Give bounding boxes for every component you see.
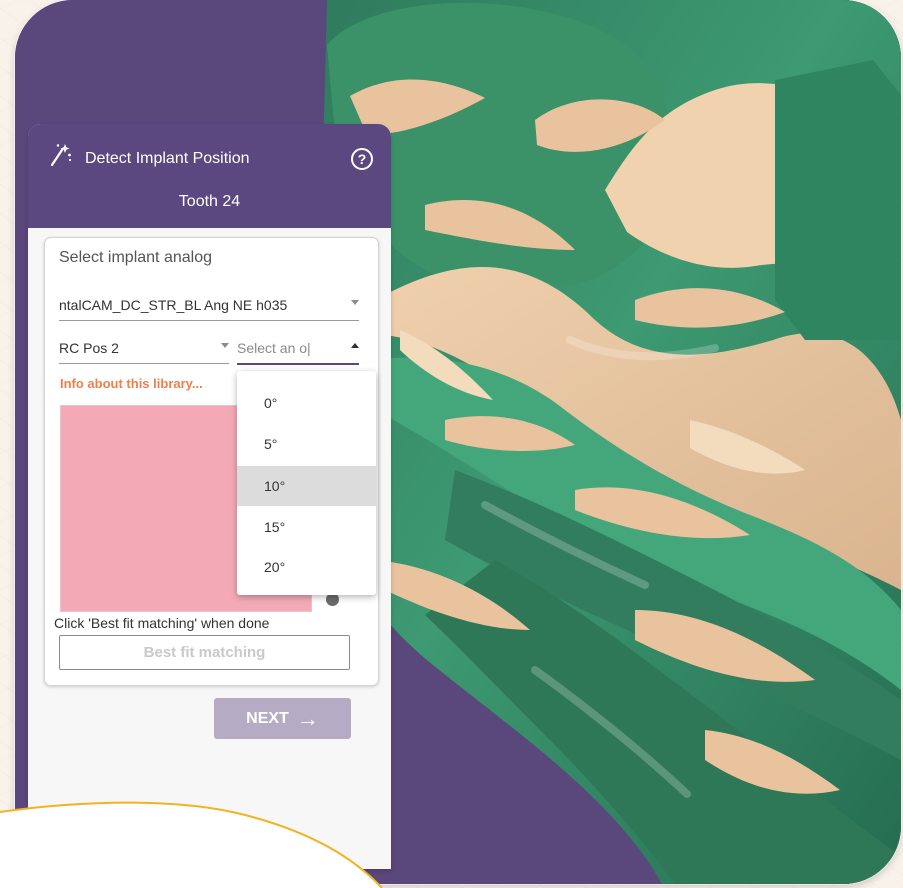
chevron-up-icon bbox=[351, 343, 359, 348]
panel-header: Detect Implant Position ? Tooth 24 bbox=[28, 124, 391, 228]
implant-analog-select[interactable]: ntalCAM_DC_STR_BL Ang NE h035 bbox=[59, 296, 359, 321]
next-button-label: NEXT bbox=[246, 709, 289, 727]
select-implant-analog-title: Select implant analog bbox=[59, 249, 212, 266]
arrow-right-icon: → bbox=[296, 705, 319, 731]
3d-viewport[interactable]: Detect Implant Position ? Tooth 24 Selec… bbox=[15, 0, 901, 884]
library-info-link[interactable]: Info about this library... bbox=[60, 376, 203, 391]
angle-option-0[interactable]: 0° bbox=[237, 383, 376, 423]
angle-option-10[interactable]: 10° bbox=[237, 466, 376, 506]
chevron-down-icon bbox=[221, 343, 229, 348]
best-fit-button[interactable]: Best fit matching bbox=[59, 635, 350, 670]
best-fit-hint: Click 'Best fit matching' when done bbox=[54, 615, 270, 631]
magic-wand-icon bbox=[50, 144, 72, 167]
help-icon[interactable]: ? bbox=[351, 148, 373, 170]
next-button[interactable]: NEXT → bbox=[214, 698, 351, 739]
angle-option-15[interactable]: 15° bbox=[237, 507, 376, 547]
angle-select[interactable]: Select an o| bbox=[237, 339, 359, 365]
tooth-label: Tooth 24 bbox=[178, 193, 241, 210]
screenshot-frame: Detect Implant Position ? Tooth 24 Selec… bbox=[0, 0, 903, 888]
chevron-down-icon bbox=[351, 300, 359, 305]
implant-position-select[interactable]: RC Pos 2 bbox=[59, 339, 229, 364]
implant-position-value: RC Pos 2 bbox=[59, 340, 119, 356]
panel-title: Detect Implant Position bbox=[85, 150, 250, 167]
angle-select-placeholder: Select an o| bbox=[237, 340, 311, 356]
angle-dropdown-menu: 0° 5° 10° 15° 20° bbox=[237, 371, 376, 595]
angle-option-20[interactable]: 20° bbox=[237, 547, 376, 587]
implant-analog-value: ntalCAM_DC_STR_BL Ang NE h035 bbox=[59, 297, 288, 313]
angle-option-5[interactable]: 5° bbox=[237, 424, 376, 464]
